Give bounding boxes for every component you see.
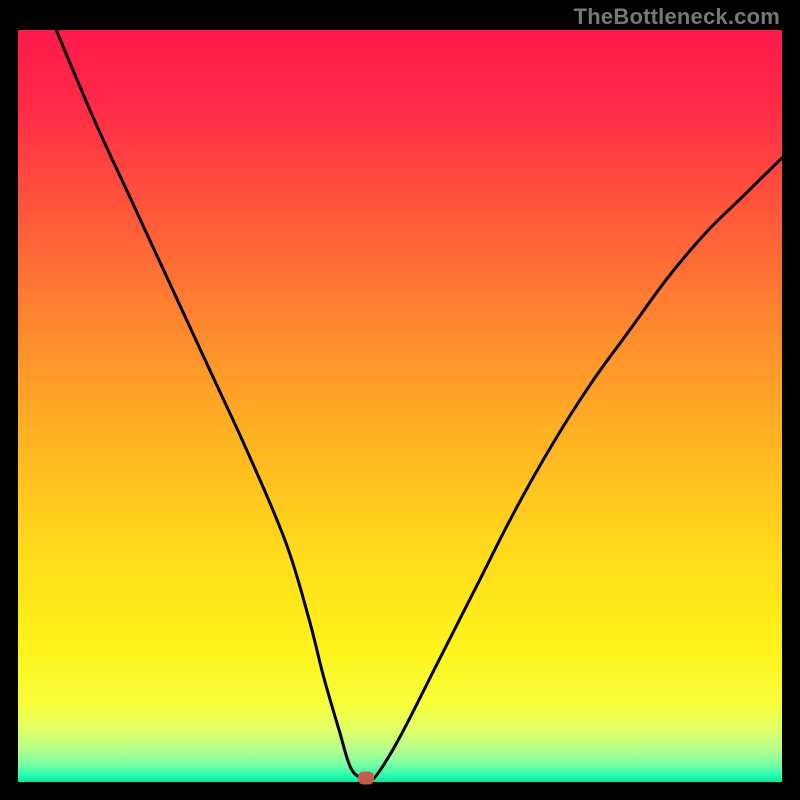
optimal-point-marker bbox=[358, 772, 374, 785]
bottleneck-chart-svg bbox=[18, 30, 782, 782]
gradient-background bbox=[18, 30, 782, 782]
watermark-text: TheBottleneck.com bbox=[574, 4, 780, 30]
chart-plot-area bbox=[18, 30, 782, 782]
